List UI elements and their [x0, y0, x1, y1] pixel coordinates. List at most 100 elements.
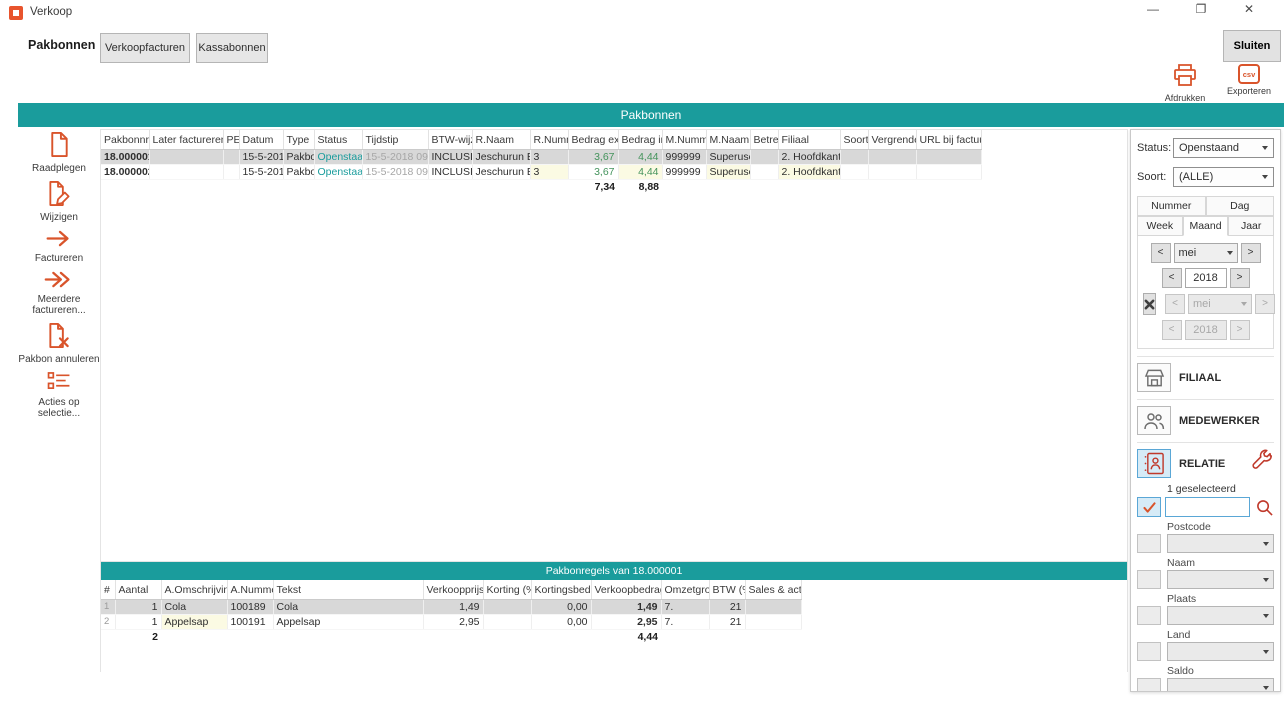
medewerker-filter-button[interactable] [1137, 406, 1171, 435]
filiaal-filter-button[interactable] [1137, 363, 1171, 392]
relatie-search-button[interactable] [1254, 499, 1274, 516]
tab-kassabonnen[interactable]: Kassabonnen [196, 33, 268, 63]
column-header[interactable]: Verkoopbedrag [591, 580, 661, 599]
prev-month-button[interactable]: < [1151, 243, 1171, 263]
year-input[interactable]: 2018 [1185, 268, 1227, 288]
tab-jaar[interactable]: Jaar [1228, 216, 1274, 236]
column-header[interactable]: Filiaal [778, 130, 840, 149]
column-header[interactable]: A.Nummer [227, 580, 273, 599]
column-header[interactable]: Tekst [273, 580, 423, 599]
column-header[interactable]: M.Nummer [662, 130, 706, 149]
table-row[interactable]: 18.00000215-5-2018PakbonOpenstaand15-5-2… [101, 164, 981, 179]
postcode-toggle[interactable] [1137, 534, 1161, 553]
wijzigen-button[interactable]: Wijzigen [40, 181, 78, 223]
afdrukken-button[interactable]: Afdrukken [1158, 64, 1212, 103]
cell: 21 [709, 614, 745, 629]
pakbon-annuleren-button[interactable]: Pakbon annuleren [18, 323, 99, 365]
status-select[interactable]: Openstaand [1173, 138, 1274, 158]
naam-toggle[interactable] [1137, 570, 1161, 589]
close-button[interactable]: ✕ [1242, 2, 1256, 16]
tab-verkoopfacturen[interactable]: Verkoopfacturen [100, 33, 190, 63]
column-header[interactable]: R.Naam [472, 130, 530, 149]
relatie-active-checkbox[interactable] [1137, 497, 1161, 517]
column-header[interactable]: BTW (%) [709, 580, 745, 599]
column-header[interactable]: Betreft [750, 130, 778, 149]
document-edit-icon [47, 181, 71, 211]
column-header[interactable]: Tijdstip [362, 130, 428, 149]
column-header[interactable]: Type [283, 130, 314, 149]
soort-select[interactable]: (ALLE) [1173, 167, 1274, 187]
plaats-select[interactable] [1167, 606, 1274, 625]
cell [530, 179, 568, 194]
sluiten-button[interactable]: Sluiten [1223, 30, 1281, 62]
column-header[interactable]: # [101, 580, 115, 599]
column-header[interactable]: PE [223, 130, 239, 149]
tab-nummer[interactable]: Nummer [1137, 196, 1206, 216]
next-month-button[interactable]: > [1241, 243, 1261, 263]
column-header[interactable]: URL bij factuur [916, 130, 981, 149]
column-header[interactable]: Verkoopprijs [423, 580, 483, 599]
column-header[interactable]: M.Naam [706, 130, 750, 149]
column-header[interactable]: Datum [239, 130, 283, 149]
contact-card-icon [1144, 452, 1165, 475]
saldo-select[interactable] [1167, 678, 1274, 692]
relatie-settings-button[interactable] [1250, 449, 1274, 478]
cell: 0,00 [531, 614, 591, 629]
x-mark-icon [1144, 299, 1155, 310]
raadplegen-button[interactable]: Raadplegen [32, 132, 86, 174]
column-header[interactable]: Sales & acties [745, 580, 801, 599]
column-header[interactable]: Kortingsbedrag [531, 580, 591, 599]
table-row[interactable]: 11Cola100189Cola1,490,001,497.21 [101, 599, 801, 614]
column-header[interactable]: Korting (%). [483, 580, 531, 599]
plaats-toggle[interactable] [1137, 606, 1161, 625]
total-cell: 7,34 [568, 179, 618, 194]
table-row[interactable]: 21Appelsap100191Appelsap2,950,002,957.21 [101, 614, 801, 629]
cell [227, 629, 273, 644]
land-toggle[interactable] [1137, 642, 1161, 661]
land-select[interactable] [1167, 642, 1274, 661]
cell [423, 629, 483, 644]
month-select[interactable]: mei [1174, 243, 1238, 263]
tab-maand[interactable]: Maand [1183, 216, 1229, 236]
cell: 4,44 [618, 164, 662, 179]
exporteren-button[interactable]: csv Exporteren [1222, 64, 1276, 103]
next-year2-button: > [1230, 320, 1250, 340]
table-row[interactable]: 18.00000115-5-2018PakbonOpenstaand15-5-2… [101, 149, 981, 164]
cell: 2 [101, 614, 115, 629]
clear-range-button[interactable] [1143, 293, 1156, 315]
prev-year-button[interactable]: < [1162, 268, 1182, 288]
meerdere-factureren-button[interactable]: Meerdere factureren... [18, 271, 100, 316]
cell [273, 629, 423, 644]
column-header[interactable]: Aantal [115, 580, 161, 599]
naam-select[interactable] [1167, 570, 1274, 589]
relatie-search-input[interactable] [1165, 497, 1250, 517]
column-header[interactable]: BTW-wijze [428, 130, 472, 149]
next-year-button[interactable]: > [1230, 268, 1250, 288]
cell: 999999 [662, 164, 706, 179]
saldo-toggle[interactable] [1137, 678, 1161, 692]
tab-dag[interactable]: Dag [1206, 196, 1275, 216]
column-header[interactable]: Bedrag incl. [618, 130, 662, 149]
column-header[interactable]: Bedrag excl. [568, 130, 618, 149]
column-header[interactable]: A.Omschrijving [161, 580, 227, 599]
tab-pakbonnen[interactable]: Pakbonnen [28, 38, 95, 52]
column-header[interactable]: Soort [840, 130, 868, 149]
minimize-button[interactable]: — [1146, 2, 1160, 16]
cell: Pakbon [283, 149, 314, 164]
cell [428, 179, 472, 194]
column-header[interactable]: R.Nummer [530, 130, 568, 149]
postcode-select[interactable] [1167, 534, 1274, 553]
cell: 1,49 [591, 599, 661, 614]
maximize-button[interactable]: ❐ [1194, 2, 1208, 16]
column-header[interactable]: Status [314, 130, 362, 149]
column-header[interactable]: Vergrendeld [868, 130, 916, 149]
chevron-down-icon [1227, 251, 1233, 255]
prev-month2-button: < [1165, 294, 1185, 314]
tab-week[interactable]: Week [1137, 216, 1183, 236]
relatie-filter-button[interactable] [1137, 449, 1171, 478]
column-header[interactable]: Later factureren [149, 130, 223, 149]
factureren-button[interactable]: Factureren [35, 230, 83, 264]
acties-op-selectie-button[interactable]: Acties op selectie... [18, 372, 100, 419]
column-header[interactable]: Omzetgroep [661, 580, 709, 599]
column-header[interactable]: Pakbonnr. [101, 130, 149, 149]
